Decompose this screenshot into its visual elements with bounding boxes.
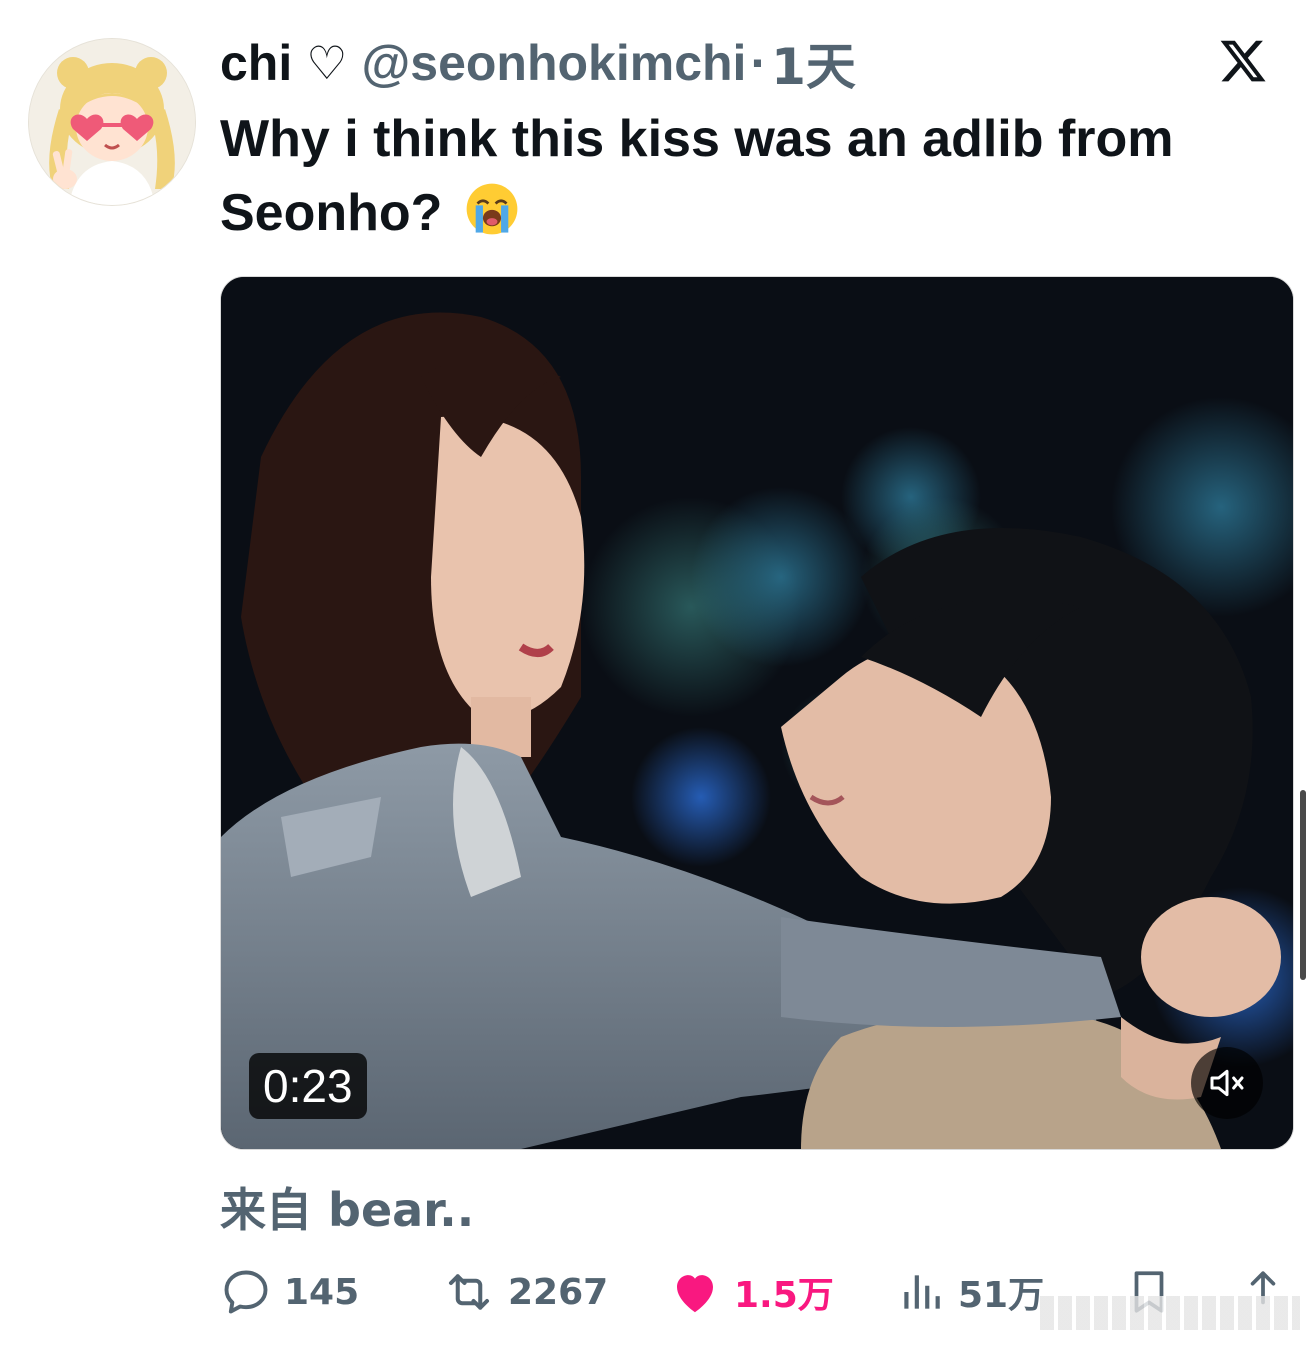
- retweet-count: 2267: [508, 1271, 609, 1313]
- name-heart-symbol: ♡: [306, 36, 348, 90]
- retweet-icon: [448, 1274, 490, 1310]
- author-handle[interactable]: @seonhokimchi: [362, 34, 747, 92]
- loudly-crying-face-icon: [466, 183, 518, 235]
- like-count: 1.5万: [734, 1275, 834, 1316]
- video-duration: 0:23: [249, 1053, 367, 1119]
- x-logo-icon: [1220, 40, 1266, 82]
- tweet-header: chi ♡ @seonhokimchi · 1天: [220, 28, 856, 98]
- views-button[interactable]: 51万: [896, 1262, 1044, 1322]
- speaker-muted-icon: [1210, 1069, 1244, 1097]
- video-player[interactable]: 0:23: [220, 276, 1294, 1150]
- scrollbar[interactable]: [1300, 790, 1306, 980]
- views-chart-icon: [904, 1275, 940, 1309]
- tweet-body: Why i think this kiss was an adlib from …: [220, 110, 1174, 242]
- retweet-button[interactable]: 2267: [442, 1262, 608, 1322]
- author-display-name[interactable]: chi: [220, 34, 292, 92]
- avatar-illustration: [29, 39, 195, 205]
- reply-button[interactable]: 145: [220, 1262, 359, 1322]
- source-label: 来自 bear..: [220, 1183, 475, 1237]
- tweet-card[interactable]: chi ♡ @seonhokimchi · 1天 Why i think thi…: [0, 0, 1308, 1346]
- tweet-text: Why i think this kiss was an adlib from …: [220, 102, 1280, 250]
- mute-toggle-button[interactable]: [1191, 1047, 1263, 1119]
- reply-icon: [224, 1270, 268, 1314]
- author-avatar[interactable]: [28, 38, 196, 206]
- reply-count: 145: [284, 1271, 360, 1313]
- tweet-timestamp[interactable]: 1天: [771, 27, 856, 99]
- like-button[interactable]: 1.5万: [668, 1262, 834, 1322]
- heart-filled-icon: [677, 1275, 713, 1313]
- watermark: [1040, 1296, 1300, 1330]
- header-separator: ·: [750, 35, 768, 91]
- views-count: 51万: [958, 1275, 1045, 1316]
- video-frame: [221, 277, 1293, 1149]
